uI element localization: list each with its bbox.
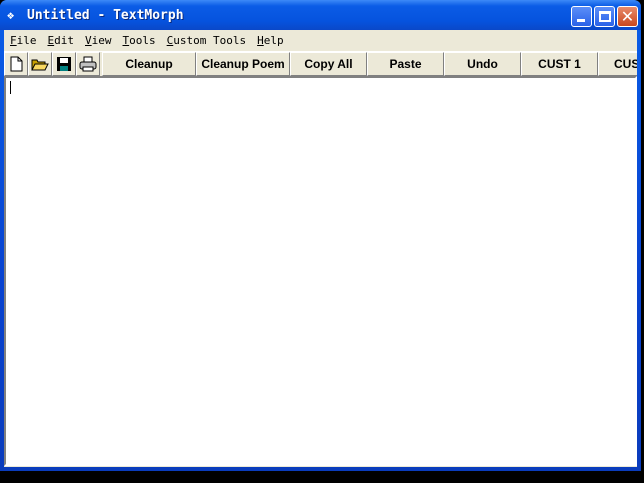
print-icon	[79, 56, 97, 72]
undo-button[interactable]: Undo	[444, 52, 521, 76]
menu-edit[interactable]: Edit	[48, 34, 75, 47]
menu-bar: File Edit View Tools Custom Tools Help	[4, 30, 637, 50]
open-button[interactable]	[28, 52, 52, 76]
menu-help[interactable]: Help	[257, 34, 284, 47]
maximize-button[interactable]	[594, 6, 615, 27]
new-button[interactable]	[4, 52, 28, 76]
window-title: Untitled - TextMorph	[27, 8, 184, 23]
save-icon	[57, 57, 71, 71]
minimize-button[interactable]	[571, 6, 592, 27]
menu-custom-tools[interactable]: Custom Tools	[167, 34, 246, 47]
copy-all-button[interactable]: Copy All	[290, 52, 367, 76]
cleanup-poem-button[interactable]: Cleanup Poem	[196, 52, 290, 76]
menu-file[interactable]: File	[10, 34, 37, 47]
title-bar[interactable]: ❖ Untitled - TextMorph ✕	[0, 0, 641, 30]
text-caret	[10, 81, 11, 94]
new-file-icon	[10, 56, 23, 72]
app-window: ❖ Untitled - TextMorph ✕ File Edit View …	[0, 0, 641, 471]
save-button[interactable]	[52, 52, 76, 76]
menu-view[interactable]: View	[85, 34, 112, 47]
toolbar: Cleanup Cleanup Poem Copy All Paste Undo…	[4, 51, 637, 76]
text-editor[interactable]	[4, 76, 637, 466]
minimize-icon	[577, 19, 585, 22]
cust-1-button[interactable]: CUST 1	[521, 52, 598, 76]
close-button[interactable]: ✕	[617, 6, 638, 27]
cleanup-button[interactable]: Cleanup	[102, 52, 196, 76]
cust-2-button[interactable]: CUST 2	[598, 52, 637, 76]
maximize-icon	[599, 11, 611, 22]
menu-tools[interactable]: Tools	[123, 34, 156, 47]
paste-button[interactable]: Paste	[367, 52, 444, 76]
app-icon: ❖	[7, 8, 15, 22]
close-icon: ✕	[620, 7, 635, 26]
client-area: File Edit View Tools Custom Tools Help C…	[4, 30, 637, 467]
open-folder-icon	[31, 59, 49, 71]
print-button[interactable]	[76, 52, 100, 76]
